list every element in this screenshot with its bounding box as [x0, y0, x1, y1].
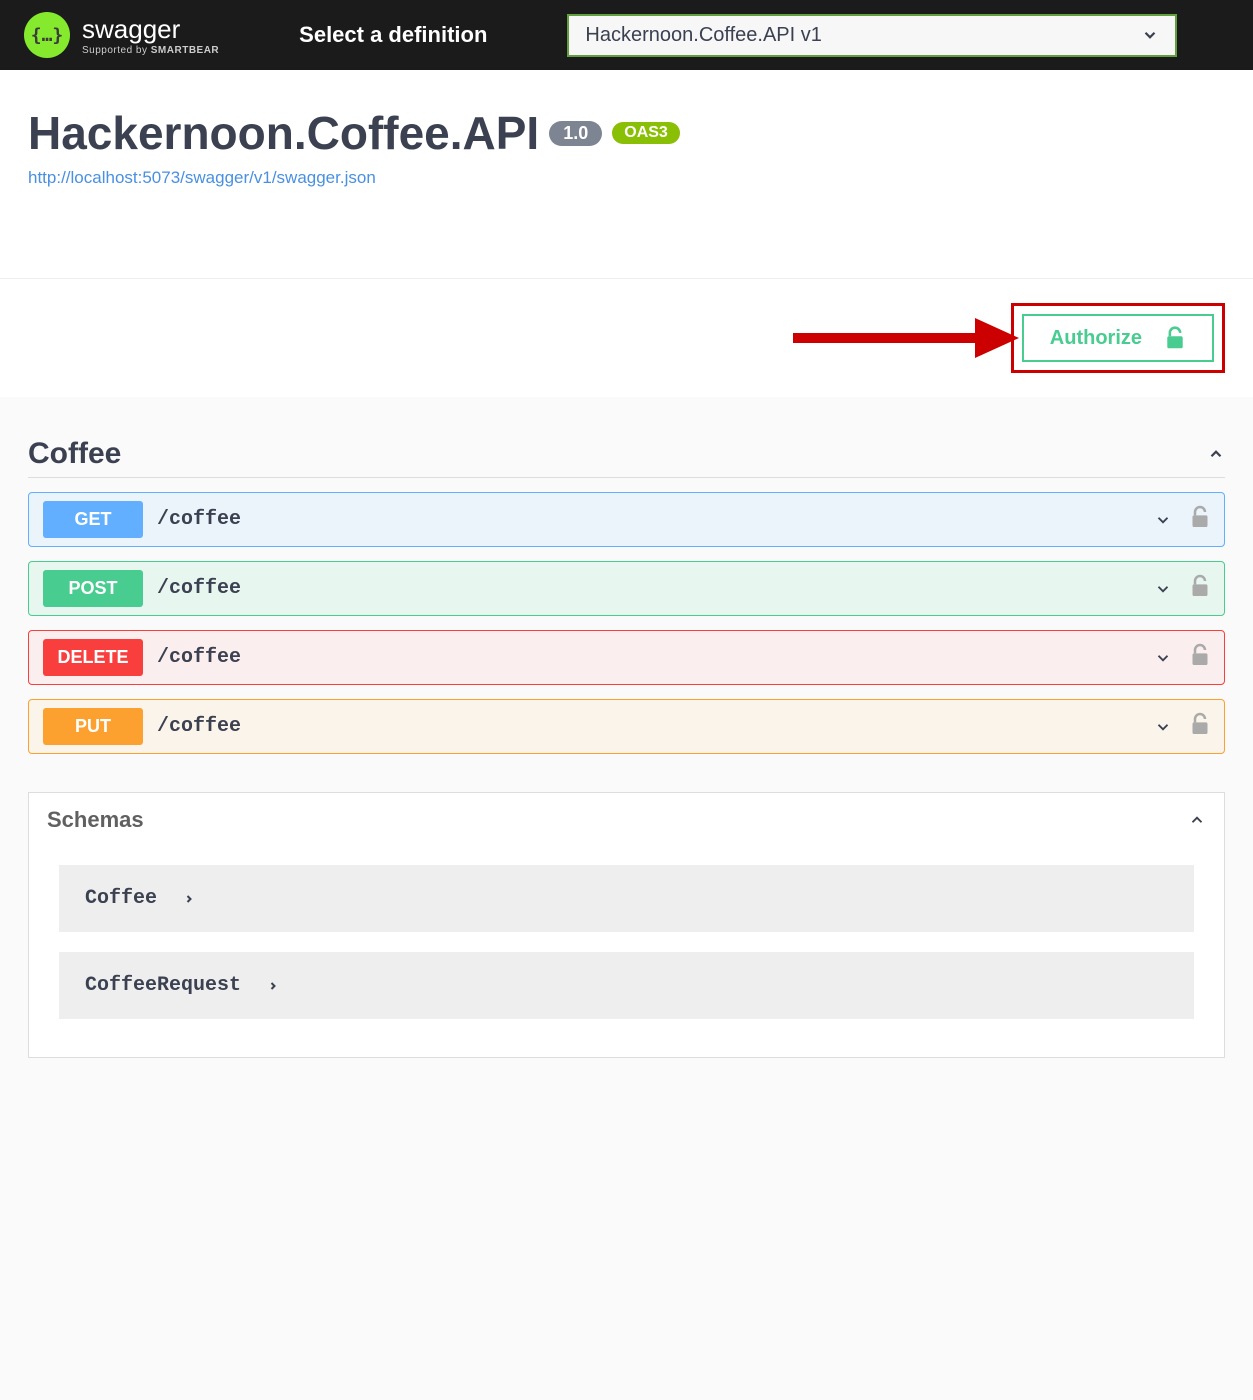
definition-selected-value: Hackernoon.Coffee.API v1 — [585, 24, 821, 47]
operations-section: Coffee GET/coffeePOST/coffeeDELETE/coffe… — [0, 397, 1253, 782]
swagger-logo[interactable]: {…} swagger Supported by SMARTBEAR — [24, 12, 219, 58]
chevron-up-icon — [1207, 445, 1225, 463]
chevron-down-icon — [1154, 718, 1172, 736]
chevron-up-icon — [1188, 811, 1206, 829]
authorize-highlight-box: Authorize — [1011, 303, 1225, 373]
schema-item[interactable]: Coffee — [59, 865, 1194, 932]
method-badge: PUT — [43, 708, 143, 745]
schemas-list: Coffee CoffeeRequest — [29, 847, 1224, 1057]
authorize-button[interactable]: Authorize — [1022, 314, 1214, 362]
schemas-box: Schemas Coffee CoffeeRequest — [28, 792, 1225, 1058]
operation-row-put[interactable]: PUT/coffee — [28, 699, 1225, 754]
operation-row-delete[interactable]: DELETE/coffee — [28, 630, 1225, 685]
schemas-heading: Schemas — [47, 807, 144, 833]
logo-main-text: swagger — [82, 14, 219, 45]
logo-sub-text: Supported by SMARTBEAR — [82, 45, 219, 56]
operation-path: /coffee — [157, 715, 1140, 738]
topbar: {…} swagger Supported by SMARTBEAR Selec… — [0, 0, 1253, 70]
version-badge: 1.0 — [549, 121, 602, 146]
tag-header[interactable]: Coffee — [28, 437, 1225, 478]
lock-icon[interactable] — [1190, 712, 1210, 741]
swagger-json-link[interactable]: http://localhost:5073/swagger/v1/swagger… — [28, 168, 1225, 188]
method-badge: POST — [43, 570, 143, 607]
lock-icon[interactable] — [1190, 574, 1210, 603]
method-badge: GET — [43, 501, 143, 538]
chevron-down-icon — [1154, 649, 1172, 667]
definition-select[interactable]: Hackernoon.Coffee.API v1 — [567, 14, 1177, 57]
lock-icon[interactable] — [1190, 643, 1210, 672]
operation-path: /coffee — [157, 646, 1140, 669]
lock-icon[interactable] — [1190, 505, 1210, 534]
chevron-down-icon — [1154, 580, 1172, 598]
annotation-arrow-icon — [789, 312, 1019, 364]
definition-label: Select a definition — [299, 22, 487, 48]
operation-row-post[interactable]: POST/coffee — [28, 561, 1225, 616]
scheme-section: Authorize — [0, 278, 1253, 397]
info-section: Hackernoon.Coffee.API 1.0 OAS3 http://lo… — [0, 70, 1253, 278]
unlock-icon — [1164, 326, 1186, 350]
schemas-header[interactable]: Schemas — [29, 793, 1224, 847]
operation-path: /coffee — [157, 577, 1140, 600]
chevron-down-icon — [1141, 26, 1159, 44]
schema-name: CoffeeRequest — [85, 974, 241, 997]
oas-badge: OAS3 — [612, 122, 680, 144]
chevron-right-icon — [183, 893, 195, 905]
method-badge: DELETE — [43, 639, 143, 676]
swagger-logo-icon: {…} — [24, 12, 70, 58]
logo-sub-prefix: Supported by — [82, 45, 151, 56]
operation-row-get[interactable]: GET/coffee — [28, 492, 1225, 547]
operations-list: GET/coffeePOST/coffeeDELETE/coffeePUT/co… — [28, 492, 1225, 754]
chevron-right-icon — [267, 980, 279, 992]
operation-path: /coffee — [157, 508, 1140, 531]
swagger-logo-text: swagger Supported by SMARTBEAR — [82, 14, 219, 56]
schema-item[interactable]: CoffeeRequest — [59, 952, 1194, 1019]
chevron-down-icon — [1154, 511, 1172, 529]
api-title: Hackernoon.Coffee.API 1.0 OAS3 — [28, 106, 680, 160]
schema-name: Coffee — [85, 887, 157, 910]
schemas-section: Schemas Coffee CoffeeRequest — [0, 782, 1253, 1098]
logo-sub-bold: SMARTBEAR — [151, 45, 219, 56]
tag-name: Coffee — [28, 437, 121, 471]
api-title-text: Hackernoon.Coffee.API — [28, 106, 539, 160]
authorize-button-label: Authorize — [1050, 327, 1142, 350]
